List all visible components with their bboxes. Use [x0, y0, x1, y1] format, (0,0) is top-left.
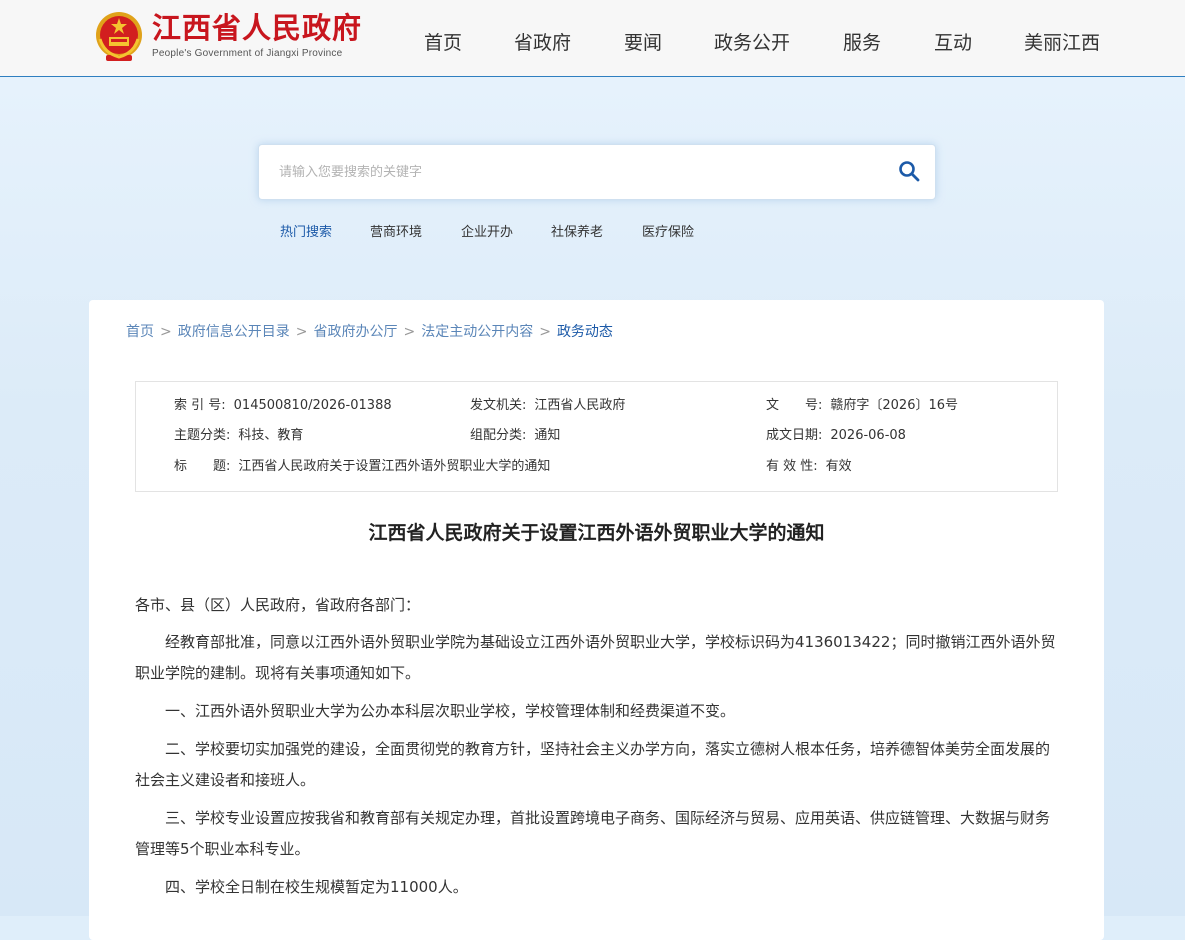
meta-docno-label: 文 号: [766, 398, 823, 413]
nav-item-beautiful-jiangxi[interactable]: 美丽江西 [1024, 28, 1100, 58]
nav-item-news[interactable]: 要闻 [624, 28, 662, 58]
meta-issuer: 发文机关: 江西省人民政府 [470, 397, 625, 415]
meta-index-number: 索 引 号: 014500810/2026-01388 [174, 397, 392, 415]
meta-validity-label: 有 效 性: [766, 459, 818, 474]
meta-type-value: 通知 [534, 428, 561, 443]
meta-title: 标 题: 江西省人民政府关于设置江西外语外贸职业大学的通知 [174, 458, 550, 476]
meta-title-value: 江西省人民政府关于设置江西外语外贸职业大学的通知 [238, 459, 551, 474]
meta-date-label: 成文日期: [766, 428, 823, 443]
site-header: 江西省人民政府 People's Government of Jiangxi P… [0, 0, 1185, 77]
document-body: 各市、县（区）人民政府，省政府各部门： 经教育部批准，同意以江西外语外贸职业学院… [135, 590, 1060, 910]
breadcrumb-separator: > [403, 324, 416, 340]
breadcrumb: 首页 > 政府信息公开目录 > 省政府办公厅 > 法定主动公开内容 > 政务动态 [126, 322, 613, 342]
hot-search-company-setup[interactable]: 企业开办 [461, 224, 513, 242]
document-paragraph: 经教育部批准，同意以江西外语外贸职业学院为基础设立江西外语外贸职业大学，学校标识… [135, 633, 1056, 682]
breadcrumb-separator: > [539, 324, 551, 340]
meta-topic-value: 科技、教育 [238, 428, 304, 443]
meta-issuer-label: 发文机关: [470, 398, 527, 413]
meta-date-value: 2026-06-08 [830, 428, 906, 443]
breadcrumb-public-content[interactable]: 法定主动公开内容 [421, 324, 533, 340]
document-paragraph: 四、学校全日制在校生规模暂定为11000人。 [165, 878, 468, 896]
breadcrumb-current[interactable]: 政务动态 [557, 324, 613, 340]
meta-topic: 主题分类: 科技、教育 [174, 427, 303, 445]
meta-docno-value: 赣府字〔2026〕16号 [830, 398, 959, 413]
national-emblem-icon[interactable] [94, 9, 144, 63]
meta-validity-value: 有效 [825, 459, 852, 474]
nav-item-home[interactable]: 首页 [424, 28, 462, 58]
content-card: 首页 > 政府信息公开目录 > 省政府办公厅 > 法定主动公开内容 > 政务动态 索 引 号: 0… [89, 300, 1104, 940]
site-logo-subtitle: People's Government of Jiangxi Province [152, 48, 343, 59]
document-salutation: 各市、县（区）人民政府，省政府各部门： [135, 596, 421, 614]
breadcrumb-general-office[interactable]: 省政府办公厅 [313, 324, 397, 340]
hot-search-label: 热门搜索 [280, 225, 333, 240]
breadcrumb-separator: > [295, 324, 308, 340]
meta-index-value: 014500810/2026-01388 [233, 398, 392, 413]
document-title: 江西省人民政府关于设置江西外语外贸职业大学的通知 [368, 522, 825, 544]
meta-category: 组配分类: 通知 [470, 427, 560, 445]
meta-type-label: 组配分类: [470, 428, 527, 443]
meta-topic-label: 主题分类: [174, 428, 231, 443]
search-input[interactable] [267, 150, 881, 194]
hot-search-pension[interactable]: 社保养老 [551, 224, 603, 242]
meta-validity: 有 效 性: 有效 [766, 458, 852, 476]
nav-item-provincial-gov[interactable]: 省政府 [514, 28, 571, 58]
hot-search-business-env[interactable]: 营商环境 [370, 224, 422, 242]
breadcrumb-info-directory[interactable]: 政府信息公开目录 [178, 324, 290, 340]
meta-doc-number: 文 号: 赣府字〔2026〕16号 [766, 397, 958, 415]
meta-issuer-value: 江西省人民政府 [534, 398, 626, 413]
hot-search-medical-insurance[interactable]: 医疗保险 [642, 224, 694, 242]
nav-item-interaction[interactable]: 互动 [934, 28, 972, 58]
nav-item-gov-affairs[interactable]: 政务公开 [714, 28, 790, 58]
meta-title-label: 标 题: [174, 459, 231, 474]
breadcrumb-home[interactable]: 首页 [126, 324, 154, 340]
document-metadata-table: 索 引 号: 014500810/2026-01388 发文机关: 江西省人民政府 … [135, 381, 1058, 492]
search-box [258, 144, 936, 200]
search-icon[interactable] [897, 159, 921, 183]
nav-item-services[interactable]: 服务 [843, 28, 881, 58]
meta-index-label: 索 引 号: [174, 398, 226, 413]
meta-date: 成文日期: 2026-06-08 [766, 427, 906, 445]
document-paragraph: 一、江西外语外贸职业大学为公办本科层次职业学校，学校管理体制和经费渠道不变。 [165, 702, 736, 720]
document-paragraph: 二、学校要切实加强党的建设，全面贯彻党的教育方针，坚持社会主义办学方向，落实立德… [135, 740, 1051, 789]
document-paragraph: 三、学校专业设置应按我省和教育部有关规定办理，首批设置跨境电子商务、国际经济与贸… [135, 809, 1051, 858]
breadcrumb-separator: > [160, 324, 172, 340]
site-logo-title[interactable]: 江西省人民政府 [152, 12, 362, 44]
